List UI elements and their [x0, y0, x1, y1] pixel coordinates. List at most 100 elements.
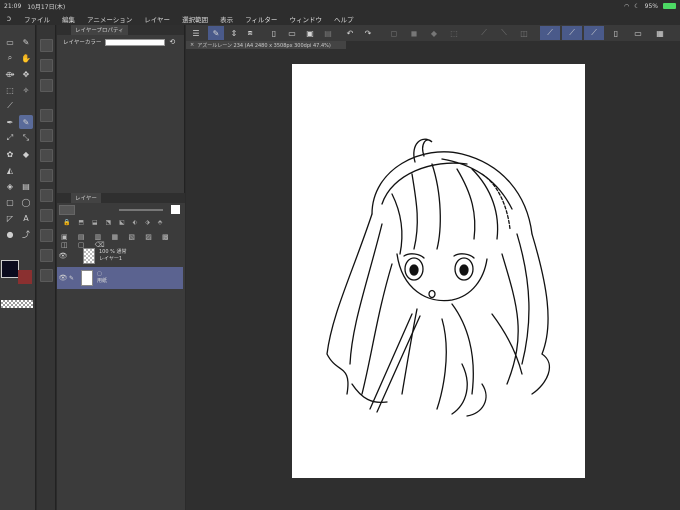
brush-tool-icon[interactable]: ⤢	[3, 131, 17, 145]
transform-icon[interactable]: ◆	[426, 26, 442, 40]
auto-select-icon[interactable]: ✧	[19, 83, 33, 97]
refresh-icon[interactable]: ⟲	[169, 38, 175, 46]
status-date: 10月17日(木)	[27, 3, 66, 11]
menu-filter[interactable]: フィルター	[239, 14, 283, 24]
stroke-correct-icon[interactable]: ⟋	[562, 26, 582, 40]
paper-thumbnail	[81, 270, 93, 286]
menu-layer[interactable]: レイヤー	[138, 14, 176, 24]
sub-color-chip[interactable]	[18, 270, 32, 284]
frame-tool-icon[interactable]: ◸	[3, 211, 17, 225]
layer-color-swatch[interactable]	[105, 38, 166, 46]
layer-name: レイヤー1	[99, 256, 123, 262]
clear-icon[interactable]: ◻	[386, 26, 402, 40]
layer-row-1[interactable]: 👁 100 % 通常 レイヤー1	[57, 245, 183, 267]
canvas-area[interactable]: × アズールレーン 234 (A4 2480 x 3508px 300dpi 4…	[186, 41, 680, 510]
fill-tool-icon[interactable]: ◈	[3, 179, 17, 193]
tool-settings-icon[interactable]: ✎	[19, 35, 33, 49]
subtool-5[interactable]	[40, 129, 53, 142]
menu-edit[interactable]: 編集	[56, 14, 81, 24]
airbrush-icon[interactable]: ⤡	[19, 131, 33, 145]
invert-icon[interactable]: ⟍	[496, 26, 512, 40]
subtool-3[interactable]	[40, 79, 53, 92]
subtool-8[interactable]	[40, 189, 53, 202]
sketch-drawing	[326, 138, 551, 417]
device-icon[interactable]: ▯	[608, 26, 624, 40]
pen-tool-icon[interactable]: ✒	[3, 115, 17, 129]
save-icon[interactable]: ▣	[302, 26, 318, 40]
subtool-10[interactable]	[40, 229, 53, 242]
eye-icon[interactable]: 👁	[57, 252, 69, 260]
deselect-icon[interactable]: ⬚	[446, 26, 462, 40]
new-file-icon[interactable]: ▯	[266, 26, 282, 40]
app-logo-icon[interactable]: ↄ	[0, 14, 18, 23]
menu-window[interactable]: ウィンドウ	[283, 14, 328, 24]
tab-layer[interactable]: レイヤー	[71, 193, 101, 203]
modifier-key-icon[interactable]: ✎	[208, 26, 224, 40]
subtool-4[interactable]	[40, 109, 53, 122]
moon-icon: ☾	[634, 2, 640, 10]
tab-layer-property[interactable]: レイヤープロパティ	[71, 25, 128, 35]
open-folder-icon[interactable]: ▭	[284, 26, 300, 40]
correct-line-icon[interactable]: ⤴	[19, 227, 33, 241]
subtool-1[interactable]	[40, 39, 53, 52]
paper-icon: ▢	[97, 271, 102, 277]
eraser-icon[interactable]: ◆	[19, 147, 33, 161]
battery-percent: 95%	[644, 2, 658, 10]
subtool-12[interactable]	[40, 269, 53, 282]
subtool-6[interactable]	[40, 149, 53, 162]
blend-tool-icon[interactable]: ◭	[3, 163, 17, 177]
text-tool-icon[interactable]: A	[19, 211, 33, 225]
document-title: アズールレーン 234 (A4 2480 x 3508px 300dpi 47.…	[197, 42, 331, 49]
new-layer-white-icon[interactable]	[171, 205, 180, 214]
settings-icon[interactable]: ▦	[652, 26, 668, 40]
close-tab-icon[interactable]: ×	[190, 42, 194, 48]
redo-icon[interactable]: ↷	[360, 26, 376, 40]
gradient-tool-icon[interactable]: ▤	[19, 179, 33, 193]
subtool-2[interactable]	[40, 59, 53, 72]
blend-mode-select[interactable]	[59, 205, 75, 215]
canvas-paper[interactable]	[292, 64, 585, 478]
pencil-tool-icon[interactable]: ✎	[19, 115, 33, 129]
command-bar: ☰ ✎ ⇕ ⧈ ▯ ▭ ▣ ▤ ↶ ↷ ◻ ◼ ◆ ⬚ ⟋ ⟍ ◫ ◧ ⟋ ⟋ …	[186, 25, 680, 41]
balloon-tool-icon[interactable]: ●	[3, 227, 17, 241]
move-tool-icon[interactable]: ✥	[19, 67, 33, 81]
eyedropper-icon[interactable]: ⟋	[3, 99, 17, 113]
menu-file[interactable]: ファイル	[18, 14, 56, 24]
subtool-7[interactable]	[40, 169, 53, 182]
menu-selection[interactable]: 選択範囲	[176, 14, 214, 24]
eye-icon[interactable]: 👁	[57, 274, 69, 282]
menu-view[interactable]: 表示	[214, 14, 239, 24]
layer-lock-row: 🔒 ⬒ ⬓ ⬔ ⬕ ⬖ ⬗ ⬘	[63, 219, 166, 226]
hamburger-icon[interactable]: ☰	[188, 26, 204, 40]
decoration-tool-icon[interactable]: ✿	[3, 147, 17, 161]
fill-icon[interactable]: ◼	[406, 26, 422, 40]
layer-name: 用紙	[97, 278, 108, 284]
zoom-tool-icon[interactable]: ⌕	[3, 51, 17, 65]
stroke-fixed-icon[interactable]: ⟋	[584, 26, 604, 40]
crop-icon[interactable]: ⟋	[476, 26, 492, 40]
operation-tool-icon[interactable]: ⟴	[3, 67, 17, 81]
layer-row-paper[interactable]: 👁 ✎ ▢ 用紙	[57, 267, 183, 289]
hand-tool-icon[interactable]: ✋	[19, 51, 33, 65]
zoom-icon[interactable]: ⧈	[242, 26, 258, 40]
document-tab[interactable]: × アズールレーン 234 (A4 2480 x 3508px 300dpi 4…	[186, 41, 346, 49]
stroke-smooth-icon[interactable]: ⟋	[540, 26, 560, 40]
layer-thumbnail	[83, 248, 95, 264]
main-color-chip[interactable]	[1, 260, 19, 278]
menu-help[interactable]: ヘルプ	[328, 14, 360, 24]
menu-animation[interactable]: アニメーション	[81, 14, 138, 24]
up-down-icon[interactable]: ⇕	[226, 26, 242, 40]
subtool-9[interactable]	[40, 209, 53, 222]
expand-icon[interactable]: ◫	[516, 26, 532, 40]
transparent-color-chip[interactable]	[1, 300, 33, 308]
opacity-slider[interactable]	[119, 209, 163, 211]
undo-icon[interactable]: ↶	[342, 26, 358, 40]
panel-toggle-icon[interactable]: ▭	[630, 26, 646, 40]
subtool-11[interactable]	[40, 249, 53, 262]
selection-tool-icon[interactable]: ⬚	[3, 83, 17, 97]
menu-grip-icon[interactable]: ▭	[3, 35, 17, 49]
figure-tool-icon[interactable]: ▢	[3, 195, 17, 209]
export-icon[interactable]: ▤	[320, 26, 336, 40]
ruler-tool-icon[interactable]: ◯	[19, 195, 33, 209]
layer-tab-bar: レイヤー	[57, 193, 185, 203]
